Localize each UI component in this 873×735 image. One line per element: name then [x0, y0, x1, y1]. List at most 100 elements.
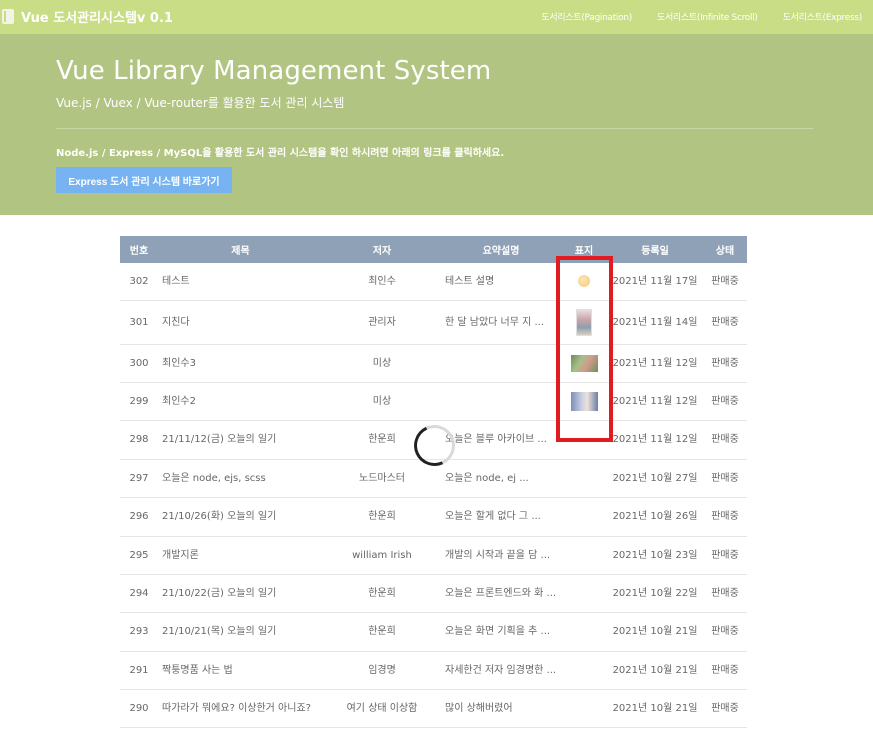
row-date: 2021년 11월 17일 — [607, 263, 703, 301]
row-no: 299 — [120, 382, 158, 421]
table-row[interactable]: 302 테스트 최인수 테스트 설명 2021년 11월 17일 판매중 — [120, 263, 747, 301]
row-status: 판매중 — [703, 689, 747, 728]
row-summary: 테스트 설명 — [441, 263, 561, 301]
jumbotron: Vue Library Management System Vue.js / V… — [0, 34, 873, 215]
row-title[interactable]: 최인수2 — [158, 382, 323, 421]
brand-title: Vue 도서관리시스템v 0.1 — [21, 11, 173, 26]
row-title[interactable]: 21/10/26(화) 오늘의 일기 — [158, 497, 323, 537]
row-author: 최인수 — [323, 263, 441, 301]
row-date: 2021년 10월 21일 — [607, 689, 703, 728]
row-status: 판매중 — [703, 651, 747, 690]
nav-link-pagination[interactable]: 도서리스트(Pagination) — [541, 10, 632, 23]
book-icon — [2, 9, 14, 24]
row-summary: 많이 상해버렸어 — [441, 689, 561, 728]
table-header-row: 번호 제목 저자 요약설명 표지 등록일 상태 — [120, 236, 747, 263]
row-title[interactable]: 오늘은 node, ejs, scss — [158, 459, 323, 498]
row-author: 미상 — [323, 344, 441, 383]
brand-link[interactable]: Vue 도서관리시스템v 0.1 — [2, 7, 173, 26]
express-link-button[interactable]: Express 도서 관리 시스템 바로가기 — [56, 167, 232, 193]
row-author: 여기 상태 이상함 — [323, 689, 441, 728]
cover-column-highlight — [556, 256, 613, 442]
row-summary — [441, 344, 561, 383]
row-author: 관리자 — [323, 300, 441, 345]
row-author: 노드마스터 — [323, 459, 441, 498]
row-date: 2021년 10월 26일 — [607, 497, 703, 537]
table-row[interactable]: 295 개발지론 william Irish 개발의 시작과 끝을 담 ... 2021… — [120, 536, 747, 575]
row-author: 한운희 — [323, 612, 441, 652]
table-row[interactable]: 300 최인수3 미상 2021년 11월 12일 판매중 — [120, 344, 747, 383]
row-title[interactable]: 개발지론 — [158, 536, 323, 575]
row-status: 판매중 — [703, 459, 747, 498]
row-author: 한운희 — [323, 497, 441, 537]
row-author: 임경명 — [323, 651, 441, 690]
divider — [56, 128, 813, 129]
nav-link-infinite-scroll[interactable]: 도서리스트(Infinite Scroll) — [657, 10, 758, 23]
row-status: 판매중 — [703, 344, 747, 383]
row-date: 2021년 10월 27일 — [607, 459, 703, 498]
row-author: william Irish — [323, 536, 441, 575]
row-cover — [561, 689, 607, 728]
table-row[interactable]: 301 지친다 관리자 한 달 남았다 너무 지 ... 2021년 11월 14일 판매… — [120, 300, 747, 345]
row-status: 판매중 — [703, 420, 747, 460]
row-summary: 한 달 남았다 너무 지 ... — [441, 300, 561, 345]
row-author: 한운희 — [323, 574, 441, 613]
table-row[interactable]: 294 21/10/22(금) 오늘의 일기 한운희 오늘은 프론트엔드와 화 ...… — [120, 574, 747, 613]
header-summary: 요약설명 — [482, 246, 520, 257]
row-summary: 자세한건 저자 임경명한 ... — [441, 651, 561, 690]
row-no: 301 — [120, 300, 158, 345]
table-row[interactable]: 296 21/10/26(화) 오늘의 일기 한운희 오늘은 할게 없다 그 ... 2… — [120, 497, 747, 537]
row-title[interactable]: 21/10/21(목) 오늘의 일기 — [158, 612, 323, 652]
table-row[interactable]: 299 최인수2 미상 2021년 11월 12일 판매중 — [120, 382, 747, 421]
row-title[interactable]: 최인수3 — [158, 344, 323, 383]
header-date: 등록일 — [641, 246, 669, 257]
row-date: 2021년 11월 12일 — [607, 382, 703, 421]
row-title[interactable]: 따가라가 뭐에요? 이상한거 아니죠? — [158, 689, 323, 728]
row-date: 2021년 10월 22일 — [607, 574, 703, 613]
row-title[interactable]: 지친다 — [158, 300, 323, 345]
row-summary — [441, 382, 561, 421]
row-no: 302 — [120, 263, 158, 301]
row-summary: 개발의 시작과 끝을 담 ... — [441, 536, 561, 575]
row-status: 판매중 — [703, 536, 747, 575]
express-notice: Node.js / Express / MySQL을 활용한 도서 관리 시스템… — [56, 148, 505, 159]
row-date: 2021년 11월 12일 — [607, 344, 703, 383]
row-no: 296 — [120, 497, 158, 537]
navbar: Vue 도서관리시스템v 0.1 도서리스트(Pagination) 도서리스트… — [0, 0, 873, 34]
row-date: 2021년 10월 21일 — [607, 612, 703, 652]
row-status: 판매중 — [703, 300, 747, 345]
row-no: 300 — [120, 344, 158, 383]
row-no: 298 — [120, 420, 158, 460]
page-title: Vue Library Management System — [56, 56, 492, 86]
row-cover — [561, 536, 607, 575]
row-no: 290 — [120, 689, 158, 728]
row-cover — [561, 574, 607, 613]
row-title[interactable]: 테스트 — [158, 263, 323, 301]
book-table: 번호 제목 저자 요약설명 표지 등록일 상태 302 테스트 최인수 테스트 설명 2… — [120, 236, 747, 728]
header-title: 제목 — [231, 246, 250, 257]
table-body: 302 테스트 최인수 테스트 설명 2021년 11월 17일 판매중 301 지친다 관리자… — [120, 263, 747, 728]
row-title[interactable]: 21/10/22(금) 오늘의 일기 — [158, 574, 323, 613]
row-date: 2021년 10월 23일 — [607, 536, 703, 575]
row-no: 295 — [120, 536, 158, 575]
header-no: 번호 — [129, 246, 149, 257]
page-subtitle: Vue.js / Vuex / Vue-router를 활용한 도서 관리 시스… — [56, 96, 345, 110]
row-no: 293 — [120, 612, 158, 652]
row-cover — [561, 651, 607, 690]
table-row[interactable]: 291 짝퉁명품 사는 법 임경명 자세한건 저자 임경명한 ... 2021년 10월… — [120, 651, 747, 690]
row-cover — [561, 459, 607, 498]
row-status: 판매중 — [703, 382, 747, 421]
row-summary: 오늘은 화면 기획을 추 ... — [441, 612, 561, 652]
row-cover — [561, 612, 607, 652]
row-status: 판매중 — [703, 497, 747, 537]
nav-link-express[interactable]: 도서리스트(Express) — [783, 10, 863, 23]
row-title[interactable]: 짝퉁명품 사는 법 — [158, 651, 323, 690]
row-date: 2021년 10월 21일 — [607, 651, 703, 690]
row-status: 판매중 — [703, 612, 747, 652]
table-row[interactable]: 293 21/10/21(목) 오늘의 일기 한운희 오늘은 화면 기획을 추 ...… — [120, 612, 747, 652]
table-row[interactable]: 290 따가라가 뭐에요? 이상한거 아니죠? 여기 상태 이상함 많이 상해버렸어 2… — [120, 689, 747, 728]
row-date: 2021년 11월 14일 — [607, 300, 703, 345]
row-cover — [561, 497, 607, 537]
row-title[interactable]: 21/11/12(금) 오늘의 일기 — [158, 420, 323, 460]
row-status: 판매중 — [703, 263, 747, 301]
row-date: 2021년 11월 12일 — [607, 420, 703, 460]
